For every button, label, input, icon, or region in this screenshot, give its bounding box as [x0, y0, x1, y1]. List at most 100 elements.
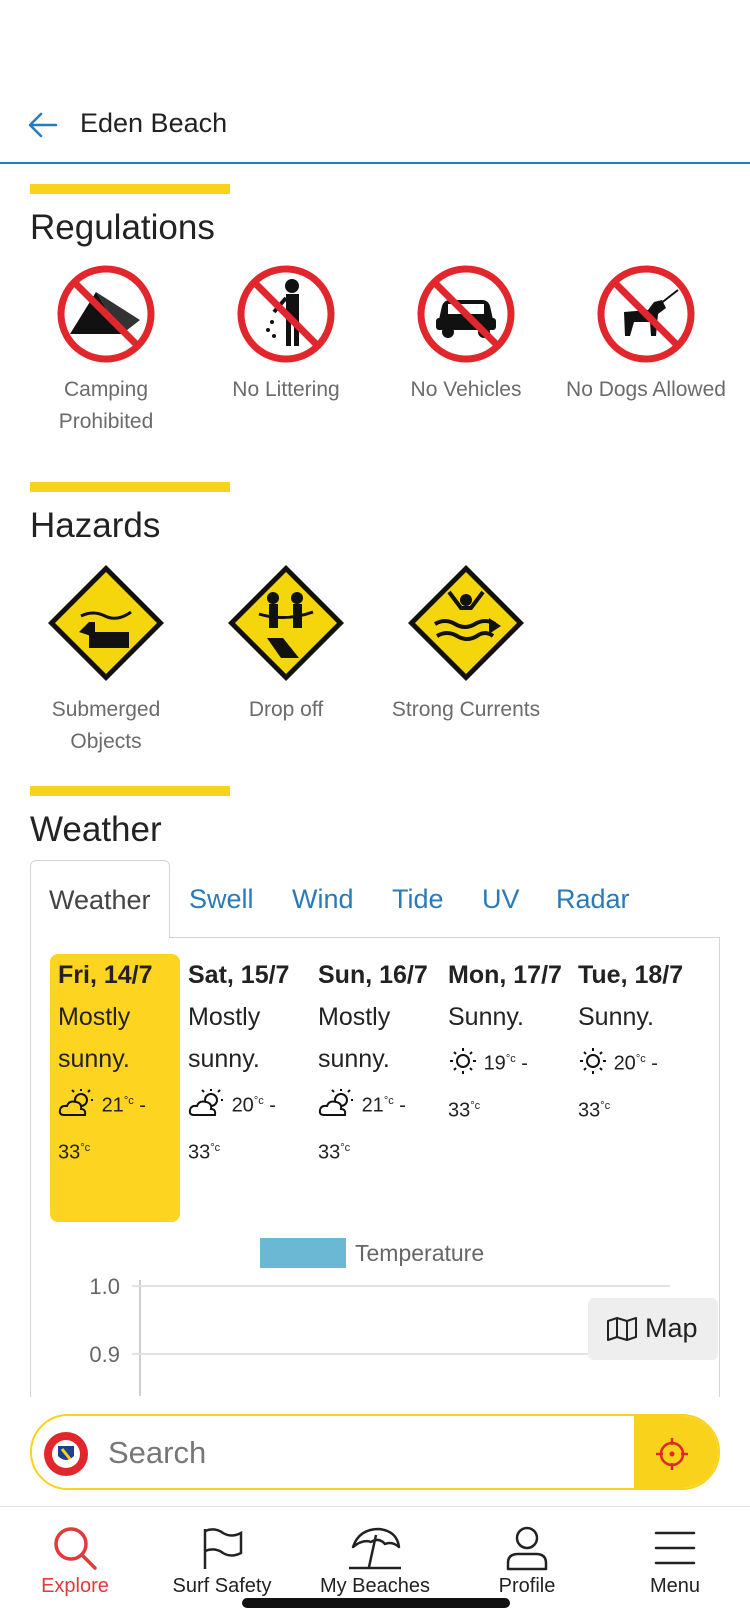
- forecast-day-name: Tue, 18/7: [578, 961, 684, 989]
- user-icon: [506, 1526, 548, 1571]
- beach-umbrella-icon: [349, 1527, 401, 1570]
- forecast-temp: 21°c - 33°c: [318, 1080, 432, 1173]
- section-divider-hazards: [30, 482, 230, 492]
- forecast-max: 33: [58, 1141, 81, 1164]
- page-header: Eden Beach: [0, 88, 750, 164]
- forecast-min: 20: [613, 1052, 636, 1075]
- tab-tide[interactable]: Tide: [392, 860, 444, 938]
- unit: °c: [340, 1141, 351, 1154]
- forecast-temp: 20°c - 33°c: [578, 1038, 692, 1131]
- forecast-day[interactable]: Sat, 15/7 Mostly sunny. 20°c - 33°c: [180, 954, 310, 1173]
- regulation-camping: Camping Prohibited: [16, 264, 196, 438]
- nav-surf-safety[interactable]: Surf Safety: [147, 1507, 297, 1598]
- locate-button[interactable]: [634, 1416, 718, 1488]
- crosshair-icon: [656, 1438, 688, 1470]
- no-camping-icon: [57, 265, 155, 363]
- regulation-littering: No Littering: [196, 264, 376, 406]
- map-icon: [607, 1317, 637, 1341]
- submerged-objects-icon: [48, 565, 164, 681]
- y-tick-label: 0.9: [89, 1342, 120, 1367]
- regulations-title: Regulations: [30, 208, 215, 247]
- tab-wind[interactable]: Wind: [292, 860, 354, 938]
- hazard-label: Drop off: [248, 698, 324, 721]
- tab-swell[interactable]: Swell: [189, 860, 254, 938]
- forecast-day-name: Sat, 15/7: [188, 961, 290, 989]
- hazard-submerged: Submerged Objects: [16, 562, 196, 758]
- no-vehicles-icon: [417, 265, 515, 363]
- sun-icon: [450, 1047, 476, 1074]
- home-indicator: [242, 1598, 510, 1608]
- forecast-desc: Mostly sunny.: [58, 1003, 131, 1073]
- forecast-max: 33: [318, 1141, 341, 1164]
- weather-title: Weather: [30, 810, 162, 849]
- nav-label: Profile: [498, 1575, 556, 1597]
- search-icon: [54, 1527, 97, 1570]
- search-input[interactable]: [108, 1428, 608, 1478]
- map-button-label: Map: [645, 1313, 698, 1343]
- unit: °c: [635, 1053, 646, 1065]
- section-divider-weather: [30, 786, 230, 796]
- regulation-dogs: No Dogs Allowed: [556, 264, 736, 406]
- legend-swatch: [260, 1238, 346, 1268]
- unit: °c: [470, 1099, 481, 1112]
- forecast-desc: Sunny.: [448, 1003, 524, 1031]
- forecast-desc: Sunny.: [578, 1003, 654, 1031]
- partly-sunny-icon: [318, 1088, 353, 1116]
- unit: °c: [253, 1095, 264, 1107]
- section-divider-regulations: [30, 184, 230, 194]
- y-tick-label: 1.0: [89, 1274, 120, 1299]
- forecast-day[interactable]: Fri, 14/7 Mostly sunny. 21°c - 33°c: [50, 954, 180, 1222]
- strong-currents-icon: [408, 565, 524, 681]
- page-title: Eden Beach: [80, 108, 228, 138]
- forecast-desc: Mostly sunny.: [318, 1003, 391, 1073]
- forecast-temp: 20°c - 33°c: [188, 1080, 302, 1173]
- forecast-desc: Mostly sunny.: [188, 1003, 261, 1073]
- forecast-max: 33: [578, 1099, 601, 1122]
- unit: °c: [383, 1095, 394, 1107]
- forecast-day-name: Sun, 16/7: [318, 961, 428, 989]
- map-button[interactable]: Map: [588, 1298, 718, 1360]
- no-littering-icon: [237, 265, 335, 363]
- nav-label: Surf Safety: [172, 1575, 272, 1597]
- forecast-day[interactable]: Sun, 16/7 Mostly sunny. 21°c - 33°c: [310, 954, 440, 1173]
- nav-profile[interactable]: Profile: [452, 1507, 602, 1598]
- forecast-max: 33: [448, 1099, 471, 1122]
- hazard-dropoff: Drop off: [196, 562, 376, 726]
- back-button[interactable]: [26, 108, 60, 142]
- regulation-label: No Vehicles: [410, 378, 522, 401]
- drop-off-icon: [228, 565, 344, 681]
- regulation-label: Camping Prohibited: [58, 378, 154, 433]
- no-dogs-icon: [597, 265, 695, 363]
- hazard-currents: Strong Currents: [376, 562, 556, 726]
- forecast-day[interactable]: Tue, 18/7 Sunny. 20°c - 33°c: [570, 954, 700, 1131]
- forecast-min: 19: [483, 1052, 506, 1075]
- unit: °c: [80, 1141, 91, 1154]
- hazard-label: Submerged Objects: [51, 698, 161, 753]
- tab-weather[interactable]: Weather: [30, 860, 170, 938]
- forecast-day-name: Mon, 17/7: [448, 961, 562, 989]
- hazards-title: Hazards: [30, 506, 161, 545]
- forecast-temp: 21°c - 33°c: [58, 1080, 172, 1173]
- tab-radar[interactable]: Radar: [556, 860, 630, 938]
- weather-tabs: Weather Swell Wind Tide UV Radar: [30, 860, 720, 938]
- forecast-day-name: Fri, 14/7: [58, 961, 153, 989]
- hazard-label: Strong Currents: [391, 698, 541, 721]
- arrow-left-icon: [28, 112, 58, 138]
- flag-icon: [203, 1528, 243, 1569]
- unit: °c: [600, 1099, 611, 1112]
- nav-explore[interactable]: Explore: [0, 1507, 150, 1598]
- nav-my-beaches[interactable]: My Beaches: [300, 1507, 450, 1598]
- menu-icon: [654, 1531, 696, 1565]
- unit: °c: [123, 1095, 134, 1107]
- forecast-min: 21: [361, 1094, 384, 1117]
- nav-label: Menu: [649, 1575, 701, 1597]
- search-bar: [30, 1414, 720, 1490]
- tab-uv[interactable]: UV: [482, 860, 520, 938]
- forecast-day[interactable]: Mon, 17/7 Sunny. 19°c - 33°c: [440, 954, 570, 1131]
- legend-label: Temperature: [355, 1240, 485, 1266]
- nav-label: Explore: [41, 1575, 109, 1597]
- regulation-label: No Littering: [232, 378, 340, 401]
- regulation-vehicles: No Vehicles: [376, 264, 556, 406]
- sun-icon: [580, 1047, 606, 1074]
- nav-menu[interactable]: Menu: [600, 1507, 750, 1598]
